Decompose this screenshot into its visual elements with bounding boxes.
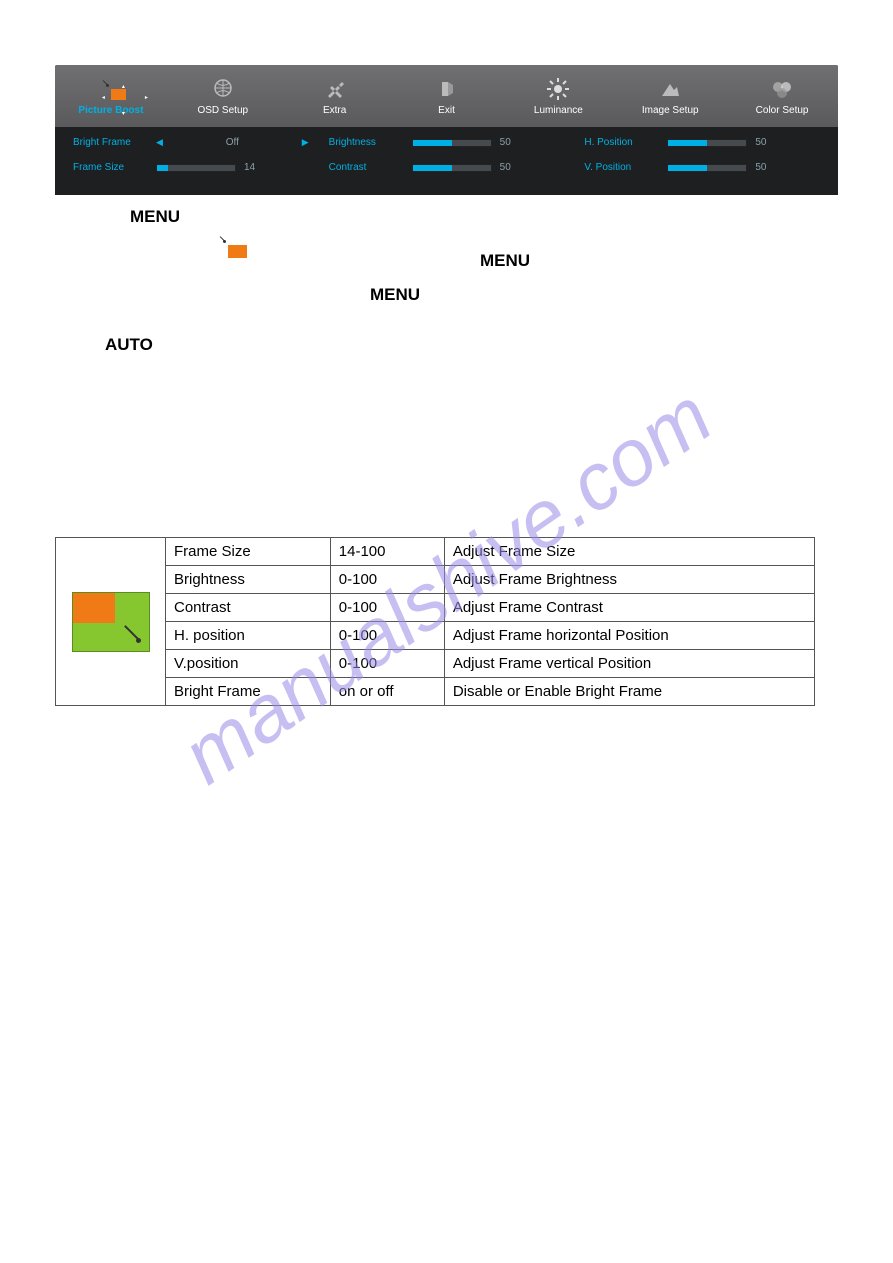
tab-luminance[interactable]: Luminance xyxy=(502,65,614,127)
instruction-text-area: MENU MENU MENU AUTO xyxy=(55,207,838,347)
setting-contrast[interactable]: Contrast 50 xyxy=(329,162,565,173)
table-cell-desc: Adjust Frame Brightness xyxy=(444,566,814,594)
setting-frame-size[interactable]: Frame Size 14 xyxy=(73,162,309,173)
table-cell-range: 14-100 xyxy=(330,538,444,566)
table-cell-name: V.position xyxy=(166,650,331,678)
tab-image-setup[interactable]: Image Setup xyxy=(614,65,726,127)
table-cell-range: 0-100 xyxy=(330,566,444,594)
tab-label: Exit xyxy=(438,105,455,116)
picture-boost-icon xyxy=(72,592,150,652)
setting-label: Bright Frame xyxy=(73,137,148,148)
menu-label: MENU xyxy=(370,285,420,305)
table-cell-range: 0-100 xyxy=(330,594,444,622)
tab-label: Extra xyxy=(323,105,346,116)
table-cell-name: Frame Size xyxy=(166,538,331,566)
setting-label: Contrast xyxy=(329,162,404,173)
setting-value: 14 xyxy=(244,162,266,173)
image-setup-icon xyxy=(656,77,684,101)
table-cell-range: 0-100 xyxy=(330,650,444,678)
setting-value: 50 xyxy=(755,137,777,148)
setting-brightness[interactable]: Brightness 50 xyxy=(329,137,565,148)
slider-bar[interactable] xyxy=(412,139,492,147)
setting-value: 50 xyxy=(500,137,522,148)
exit-icon xyxy=(433,77,461,101)
setting-bright-frame[interactable]: Bright Frame ◀ Off ▶ xyxy=(73,137,309,148)
setting-value: 50 xyxy=(755,162,777,173)
auto-label: AUTO xyxy=(105,335,153,355)
setting-h-position[interactable]: H. Position 50 xyxy=(584,137,820,148)
osd-settings-body: Bright Frame ◀ Off ▶ Frame Size 14 Brigh… xyxy=(55,127,838,195)
tab-exit[interactable]: Exit xyxy=(391,65,503,127)
menu-label: MENU xyxy=(130,207,180,227)
setting-value: Off xyxy=(171,137,294,148)
arrow-left-icon[interactable]: ◀ xyxy=(156,137,163,148)
slider-bar[interactable] xyxy=(667,139,747,147)
tab-picture-boost[interactable]: ▴▾◂▸ Picture Boost xyxy=(55,65,167,127)
tab-label: OSD Setup xyxy=(197,105,248,116)
color-setup-icon xyxy=(768,77,796,101)
slider-bar[interactable] xyxy=(412,164,492,172)
picture-boost-icon xyxy=(228,245,264,271)
table-icon-cell xyxy=(56,538,166,706)
table-cell-name: H. position xyxy=(166,622,331,650)
setting-label: Frame Size xyxy=(73,162,148,173)
arrow-right-icon[interactable]: ▶ xyxy=(302,137,309,148)
setting-v-position[interactable]: V. Position 50 xyxy=(584,162,820,173)
table-cell-desc: Adjust Frame Contrast xyxy=(444,594,814,622)
table-cell-range: 0-100 xyxy=(330,622,444,650)
setting-label: H. Position xyxy=(584,137,659,148)
setting-label: Brightness xyxy=(329,137,404,148)
table-cell-name: Brightness xyxy=(166,566,331,594)
setting-label: V. Position xyxy=(584,162,659,173)
tab-label: Luminance xyxy=(534,105,583,116)
brightness-icon xyxy=(544,77,572,101)
tab-osd-setup[interactable]: OSD Setup xyxy=(167,65,279,127)
table-cell-name: Bright Frame xyxy=(166,678,331,706)
table-cell-desc: Adjust Frame vertical Position xyxy=(444,650,814,678)
table-cell-desc: Adjust Frame horizontal Position xyxy=(444,622,814,650)
table-cell-name: Contrast xyxy=(166,594,331,622)
tab-label: Color Setup xyxy=(756,105,809,116)
slider-bar[interactable] xyxy=(667,164,747,172)
osd-tab-bar: ▴▾◂▸ Picture Boost OSD Setup Extra xyxy=(55,65,838,127)
table-cell-desc: Adjust Frame Size xyxy=(444,538,814,566)
spec-table: Frame Size 14-100 Adjust Frame Size Brig… xyxy=(55,537,815,706)
tab-label: Image Setup xyxy=(642,105,699,116)
osd-panel: ▴▾◂▸ Picture Boost OSD Setup Extra xyxy=(55,65,838,195)
table-cell-desc: Disable or Enable Bright Frame xyxy=(444,678,814,706)
table-cell-range: on or off xyxy=(330,678,444,706)
slider-bar[interactable] xyxy=(156,164,236,172)
menu-label: MENU xyxy=(480,251,530,271)
tab-color-setup[interactable]: Color Setup xyxy=(726,65,838,127)
setting-value: 50 xyxy=(500,162,522,173)
globe-icon xyxy=(209,77,237,101)
tools-icon xyxy=(321,77,349,101)
tab-extra[interactable]: Extra xyxy=(279,65,391,127)
